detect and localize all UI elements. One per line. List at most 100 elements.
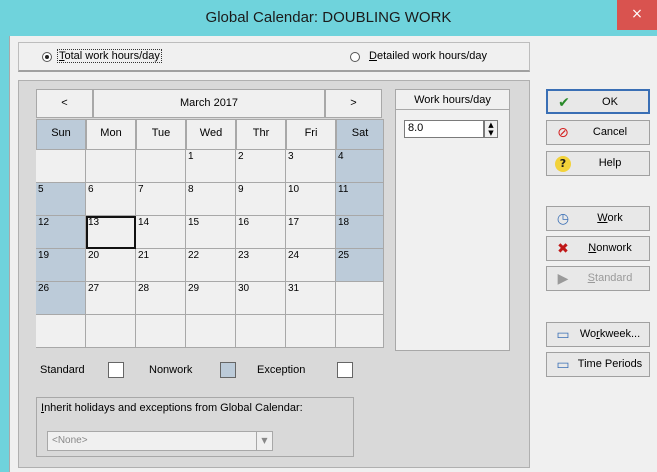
calendar-day-cell[interactable]: 11 (336, 183, 384, 216)
calendar-day-cell[interactable] (86, 315, 136, 348)
calendar-day-cell[interactable]: 29 (186, 282, 236, 315)
calendar-day-cell[interactable] (286, 315, 336, 348)
calendar-day-cell[interactable]: 26 (36, 282, 86, 315)
inherit-holidays-group: Inherit holidays and exceptions from Glo… (36, 397, 354, 457)
inherit-calendar-value: <None> (52, 435, 88, 446)
time-periods-button[interactable]: ▭ Time Periods (546, 352, 650, 377)
calendar-day-cell[interactable] (186, 315, 236, 348)
checkmark-icon: ✔ (558, 95, 570, 111)
calendar-day-cell[interactable]: 18 (336, 216, 384, 249)
close-button[interactable]: × (617, 0, 657, 30)
monitor-icon: ▭ (556, 357, 570, 373)
calendar-day-cell[interactable]: 8 (186, 183, 236, 216)
calendar-day-cell[interactable] (136, 150, 186, 183)
help-button-label: Help (598, 157, 622, 169)
calendar-day-cell[interactable]: 22 (186, 249, 236, 282)
ok-button-label: OK (602, 96, 618, 108)
standard-button-label: Standard (587, 272, 633, 284)
total-work-hours-radio[interactable] (42, 52, 52, 62)
help-icon: ? (555, 156, 571, 172)
workweek-button-label: Workweek... (579, 328, 641, 340)
calendar-day-cell[interactable]: 27 (86, 282, 136, 315)
calendar-day-cell[interactable]: 12 (36, 216, 86, 249)
calendar-day-cell[interactable]: 30 (236, 282, 286, 315)
calendar-day-cell[interactable] (336, 315, 384, 348)
calendar-day-cell[interactable]: 21 (136, 249, 186, 282)
calendar-day-cell[interactable] (236, 315, 286, 348)
legend-exception-label: Exception (257, 364, 306, 376)
calendar-day-cell[interactable]: 14 (136, 216, 186, 249)
cancel-icon: ⊘ (557, 125, 569, 141)
legend-nonwork-label: Nonwork (149, 364, 193, 376)
calendar-day-cell[interactable]: 17 (286, 216, 336, 249)
time-periods-button-label: Time Periods (577, 358, 643, 370)
calendar-day-cell[interactable]: 10 (286, 183, 336, 216)
weekday-header: Wed (186, 119, 236, 150)
legend-exception-swatch (337, 362, 353, 378)
standard-button[interactable]: ▶ Standard (546, 266, 650, 291)
calendar-day-cell[interactable]: 19 (36, 249, 86, 282)
calendar-day-cell[interactable] (36, 315, 86, 348)
work-hours-spinner[interactable]: ▲ ▼ (484, 120, 498, 138)
cancel-button[interactable]: ⊘ Cancel (546, 120, 650, 145)
calendar-day-cell[interactable]: 20 (86, 249, 136, 282)
window-title: Global Calendar: DOUBLING WORK (205, 9, 452, 26)
work-hours-mode-bar: Total work hours/day Detailed work hours… (18, 42, 530, 72)
calendar-day-cell[interactable]: 3 (286, 150, 336, 183)
calendar-day-cell[interactable]: 31 (286, 282, 336, 315)
calendar-day-cell[interactable]: 4 (336, 150, 384, 183)
calendar-day-cell[interactable]: 9 (236, 183, 286, 216)
prev-month-button[interactable]: < (36, 89, 93, 118)
calendar-day-cell[interactable]: 2 (236, 150, 286, 183)
work-button-label: Work (597, 212, 623, 224)
chevron-down-icon[interactable]: ▼ (256, 432, 272, 450)
calendar-day-cell[interactable]: 6 (86, 183, 136, 216)
work-hours-panel: Work hours/day 8.0 ▲ ▼ (395, 89, 510, 351)
work-hours-input[interactable]: 8.0 (404, 120, 484, 138)
calendar-day-cell[interactable]: 13 (86, 216, 136, 249)
spin-up-icon[interactable]: ▲ (485, 121, 497, 129)
calendar-day-cell[interactable] (336, 282, 384, 315)
legend-standard-label: Standard (40, 364, 85, 376)
calendar-day-cell[interactable] (36, 150, 86, 183)
clock-icon: ◷ (556, 211, 570, 227)
calendar-day-cell[interactable]: 28 (136, 282, 186, 315)
calendar-day-cell[interactable]: 7 (136, 183, 186, 216)
legend-nonwork-swatch (220, 362, 236, 378)
workweek-button[interactable]: ▭ Workweek... (546, 322, 650, 347)
calendar-day-cell[interactable]: 23 (236, 249, 286, 282)
calendar-day-cell[interactable] (86, 150, 136, 183)
weekday-header: Sat (336, 119, 384, 150)
inherit-calendar-select[interactable]: <None> ▼ (47, 431, 273, 451)
legend-standard-swatch (108, 362, 124, 378)
month-label: March 2017 (93, 89, 325, 118)
work-button[interactable]: ◷ Work (546, 206, 650, 231)
calendar-day-cell[interactable]: 5 (36, 183, 86, 216)
next-month-button[interactable]: > (325, 89, 382, 118)
total-work-hours-label[interactable]: Total work hours/day (57, 49, 162, 63)
cancel-button-label: Cancel (592, 126, 628, 138)
calendar-day-cell[interactable]: 1 (186, 150, 236, 183)
weekday-header: Thr (236, 119, 286, 150)
spin-down-icon[interactable]: ▼ (485, 129, 497, 137)
inherit-holidays-label: Inherit holidays and exceptions from Glo… (41, 402, 303, 414)
nonwork-button[interactable]: ✖ Nonwork (546, 236, 650, 261)
calendar-day-cell[interactable]: 15 (186, 216, 236, 249)
nonwork-button-label: Nonwork (588, 242, 632, 254)
monitor-icon: ▭ (556, 327, 570, 343)
calendar-day-cell[interactable]: 25 (336, 249, 384, 282)
detailed-work-hours-radio[interactable] (350, 52, 360, 62)
help-button[interactable]: ? Help (546, 151, 650, 176)
work-hours-header: Work hours/day (396, 90, 509, 110)
weekday-header: Fri (286, 119, 336, 150)
weekday-header: Tue (136, 119, 186, 150)
weekday-header: Sun (36, 119, 86, 150)
x-icon: ✖ (557, 241, 569, 257)
calendar-day-cell[interactable]: 24 (286, 249, 336, 282)
detailed-work-hours-label[interactable]: Detailed work hours/day (369, 50, 487, 62)
ok-button[interactable]: ✔ OK (546, 89, 650, 114)
calendar-day-cell[interactable]: 16 (236, 216, 286, 249)
weekday-header: Mon (86, 119, 136, 150)
calendar-day-cell[interactable] (136, 315, 186, 348)
play-icon: ▶ (557, 271, 569, 287)
